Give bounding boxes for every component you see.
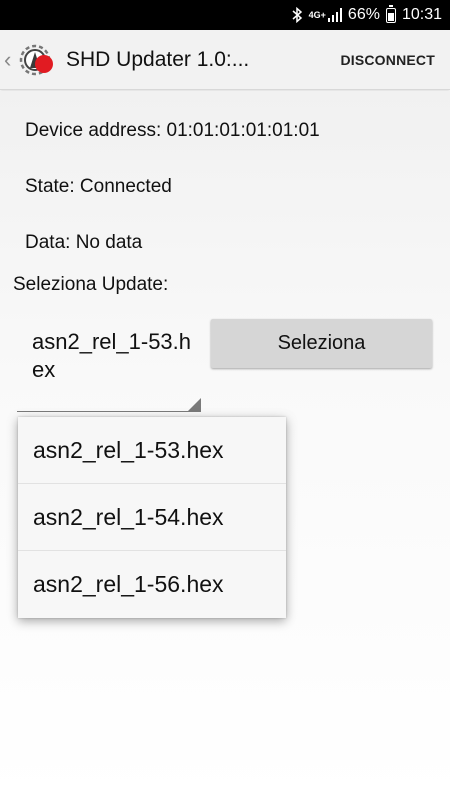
data-text: Data: No data	[25, 232, 143, 253]
app-title: SHD Updater 1.0:...	[66, 47, 250, 71]
update-file-spinner[interactable]: asn2_rel_1-53.hex	[17, 316, 201, 412]
device-address-text: Device address: 01:01:01:01:01:01	[25, 120, 320, 141]
app-logo-icon	[16, 40, 56, 80]
disconnect-button[interactable]: DISCONNECT	[340, 30, 435, 90]
seleziona-button[interactable]: Seleziona	[211, 319, 432, 368]
dropdown-option[interactable]: asn2_rel_1-54.hex	[18, 484, 286, 551]
status-bar: 4G+ 66% 10:31	[0, 0, 450, 30]
bluetooth-icon	[292, 7, 303, 23]
spinner-underline	[17, 410, 201, 412]
chevron-left-icon: ‹	[4, 46, 12, 72]
state-text: State: Connected	[25, 176, 172, 197]
spinner-selected-value: asn2_rel_1-53.hex	[32, 329, 192, 382]
up-navigation[interactable]: ‹	[4, 40, 56, 80]
clock: 10:31	[401, 6, 442, 23]
action-bar: ‹ SHD Updater 1.0:... DISCONNECT	[0, 30, 450, 90]
dropdown-arrow-icon	[187, 398, 201, 412]
dropdown-option[interactable]: asn2_rel_1-56.hex	[18, 551, 286, 618]
battery-percent: 66%	[347, 6, 380, 23]
dropdown-option[interactable]: asn2_rel_1-53.hex	[18, 417, 286, 484]
battery-icon	[385, 4, 396, 23]
network-type-label: 4G+	[308, 9, 326, 20]
file-dropdown-list: asn2_rel_1-53.hex asn2_rel_1-54.hex asn2…	[18, 417, 286, 618]
select-update-label: Seleziona Update:	[13, 274, 169, 295]
main-content: Device address: 01:01:01:01:01:01 State:…	[0, 91, 450, 800]
signal-icon: 4G+	[309, 8, 342, 22]
